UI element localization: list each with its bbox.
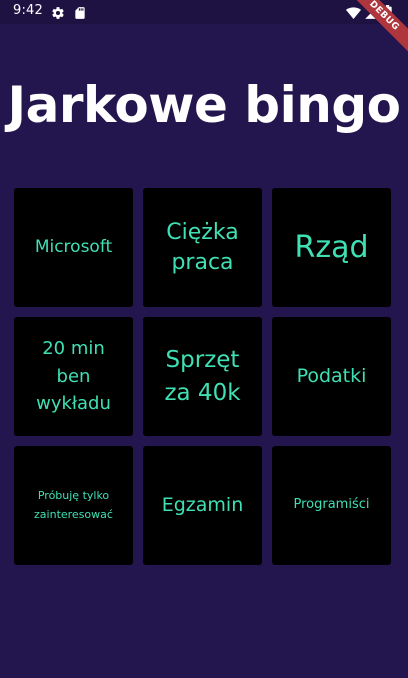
bingo-grid: Microsoft Ciężka praca Rząd 20 min ben w…: [14, 188, 391, 565]
bingo-tile-label: Programiści: [293, 497, 370, 513]
bingo-tile[interactable]: Programiści: [272, 446, 391, 565]
bingo-tile[interactable]: Rząd: [272, 188, 391, 307]
bingo-tile[interactable]: Microsoft: [14, 188, 133, 307]
bingo-tile-label: Egzamin: [161, 494, 244, 517]
bingo-tile[interactable]: 20 min ben wykładu: [14, 317, 133, 436]
wifi-icon: [346, 5, 361, 19]
status-time: 9:42: [13, 3, 43, 18]
bingo-tile[interactable]: Egzamin: [143, 446, 262, 565]
page-title: Jarkowe bingo: [7, 76, 401, 134]
gear-icon: [51, 5, 65, 19]
bingo-tile-label: Próbuję tylko zainteresować: [34, 488, 113, 521]
bingo-tile-label: Rząd: [294, 229, 369, 265]
bingo-tile-label: Podatki: [296, 365, 367, 388]
bingo-tile[interactable]: Podatki: [272, 317, 391, 436]
app-screen: 9:42 DEBUG Jarkowe bingo Microsoft Ciężk…: [0, 0, 408, 678]
bingo-tile[interactable]: Sprzęt za 40k: [143, 317, 262, 436]
bingo-tile[interactable]: Próbuję tylko zainteresować: [14, 446, 133, 565]
bingo-tile-label: 20 min ben wykładu: [36, 337, 111, 415]
sd-card-icon: [73, 5, 87, 19]
bingo-tile[interactable]: Ciężka praca: [143, 188, 262, 307]
bingo-tile-label: Sprzęt za 40k: [164, 347, 241, 406]
bingo-tile-label: Ciężka praca: [166, 219, 239, 275]
bingo-tile-label: Microsoft: [34, 237, 113, 258]
status-bar: 9:42 DEBUG: [0, 0, 408, 52]
